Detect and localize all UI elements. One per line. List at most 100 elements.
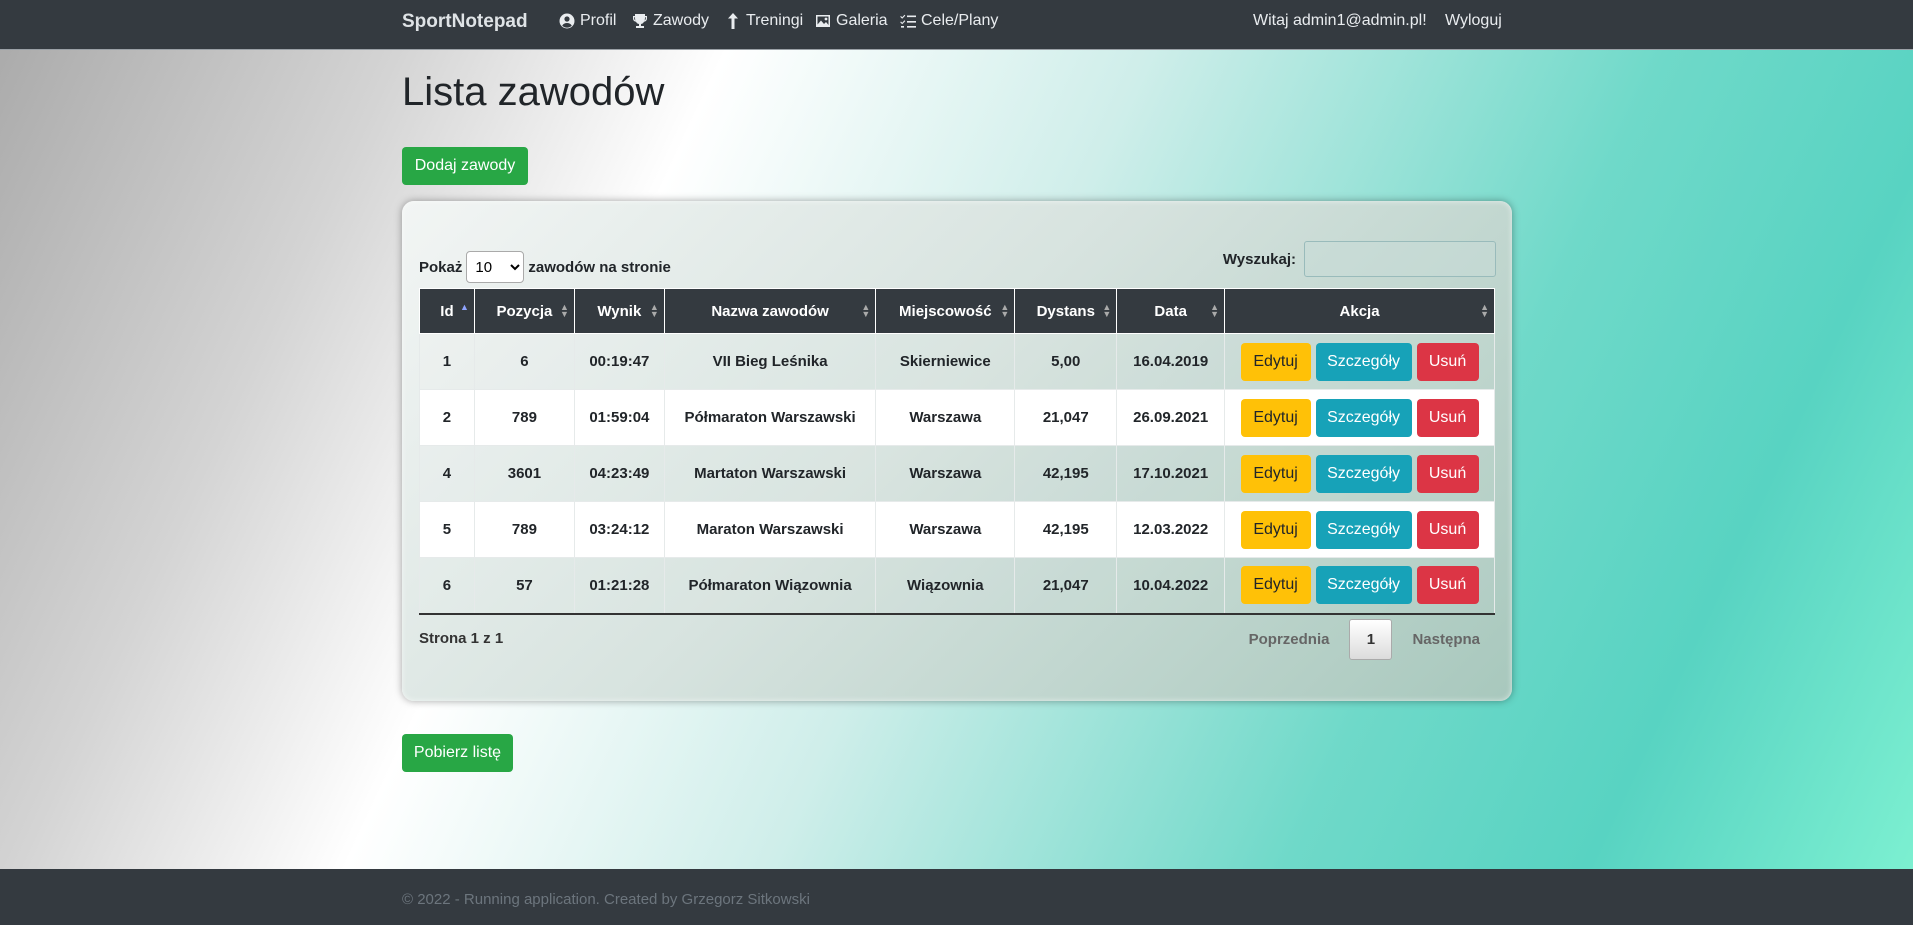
edit-button[interactable]: Edytuj [1240, 510, 1311, 549]
next-page-button[interactable]: Następna [1412, 631, 1480, 648]
cell-result: 01:59:04 [573, 389, 665, 446]
page-title: Lista zawodów [402, 70, 665, 114]
delete-button[interactable]: Usuń [1416, 398, 1479, 437]
sort-icon: ▲ ▼ [1210, 302, 1220, 319]
checklist-icon [900, 14, 916, 28]
pagination-info: Strona 1 z 1 [419, 630, 504, 647]
page-size-suffix: zawodów na stronie [528, 258, 671, 276]
cell-actions: Edytuj Szczegóły Usuń [1224, 445, 1495, 502]
cell-result: 00:19:47 [573, 333, 665, 390]
cell-distance: 42,195 [1014, 501, 1118, 558]
cell-id: 6 [419, 557, 475, 615]
details-button[interactable]: Szczegóły [1315, 510, 1412, 549]
delete-button[interactable]: Usuń [1416, 454, 1479, 493]
sort-icon: ▲ ▼ [1000, 302, 1010, 319]
user-greeting: Witaj admin1@admin.pl! [1253, 12, 1427, 29]
cell-city: Warszawa [875, 501, 1016, 558]
competitions-table: Id ▲ Pozycja ▲ ▼ Wynik ▲ ▼ Nazwa zawodów ▲ ▼ Mi… [419, 288, 1495, 615]
logout-link[interactable]: Wyloguj [1445, 12, 1502, 30]
edit-button[interactable]: Edytuj [1240, 454, 1311, 493]
cell-city: Skierniewice [875, 333, 1016, 390]
action-buttons: Edytuj Szczegóły Usuń [1225, 510, 1494, 549]
action-buttons: Edytuj Szczegóły Usuń [1225, 566, 1494, 605]
cell-actions: Edytuj Szczegóły Usuń [1224, 501, 1495, 558]
cell-date: 17.10.2021 [1116, 445, 1226, 502]
column-header-date[interactable]: Data ▲ ▼ [1116, 288, 1226, 334]
cell-name: Półmaraton Wiązownia [663, 557, 877, 615]
cell-position: 789 [473, 501, 575, 558]
cell-date: 16.04.2019 [1116, 333, 1226, 390]
cell-city: Warszawa [875, 445, 1016, 502]
cell-actions: Edytuj Szczegóły Usuń [1224, 389, 1495, 446]
nav-item-label: Zawody [653, 12, 710, 29]
column-header-city[interactable]: Miejscowość ▲ ▼ [875, 288, 1016, 334]
cell-id: 1 [419, 333, 475, 390]
cell-name: Martaton Warszawski [663, 445, 877, 502]
page-size-select[interactable]: 102550100 [466, 251, 525, 283]
nav-item-treningi[interactable]: Treningi [725, 12, 803, 30]
cell-actions: Edytuj Szczegóły Usuń [1224, 333, 1495, 390]
cell-date: 26.09.2021 [1116, 389, 1226, 446]
sort-icon: ▲ ▼ [649, 302, 659, 319]
delete-button[interactable]: Usuń [1416, 342, 1479, 381]
edit-button[interactable]: Edytuj [1240, 566, 1311, 605]
nav-item-label: Galeria [836, 12, 888, 29]
sort-icon: ▲ ▼ [1102, 302, 1112, 319]
column-header-distance[interactable]: Dystans ▲ ▼ [1014, 288, 1118, 334]
table-row: 1 6 00:19:47 VII Bieg Leśnika Skierniewice 5,… [419, 333, 1495, 390]
cell-date: 12.03.2022 [1116, 501, 1226, 558]
cell-position: 57 [473, 557, 575, 615]
table-row: 4 3601 04:23:49 Martaton Warszawski Warszawa… [419, 445, 1495, 502]
cell-distance: 42,195 [1014, 445, 1118, 502]
cell-name: Półmaraton Warszawski [663, 389, 877, 446]
table-row: 5 789 03:24:12 Maraton Warszawski Warszawa 42… [419, 501, 1495, 558]
search-control: Wyszukaj: [1223, 241, 1496, 277]
brand-link[interactable]: SportNotepad [402, 11, 528, 33]
previous-page-button[interactable]: Poprzednia [1249, 631, 1330, 648]
image-icon [816, 15, 830, 27]
footer: © 2022 - Running application. Created by… [0, 869, 1913, 925]
cell-distance: 5,00 [1014, 333, 1118, 390]
details-button[interactable]: Szczegóły [1315, 398, 1412, 437]
download-list-button[interactable]: Pobierz listę [402, 734, 513, 772]
details-button[interactable]: Szczegóły [1315, 342, 1412, 381]
table-row: 6 57 01:21:28 Półmaraton Wiązownia Wiązownia… [419, 557, 1495, 615]
nav-item-label: Cele/Plany [921, 12, 999, 29]
cell-name: Maraton Warszawski [663, 501, 877, 558]
column-header-action[interactable]: Akcja ▲ ▼ [1224, 288, 1495, 334]
delete-button[interactable]: Usuń [1416, 510, 1479, 549]
details-button[interactable]: Szczegóły [1315, 454, 1412, 493]
sort-icon: ▲ ▼ [861, 302, 871, 319]
action-buttons: Edytuj Szczegóły Usuń [1225, 454, 1494, 493]
add-competition-button[interactable]: Dodaj zawody [402, 147, 528, 185]
action-buttons: Edytuj Szczegóły Usuń [1225, 342, 1494, 381]
nav-item-galeria[interactable]: Galeria [815, 12, 888, 30]
column-header-id[interactable]: Id ▲ [419, 288, 475, 334]
cell-city: Warszawa [875, 389, 1016, 446]
cell-position: 6 [473, 333, 575, 390]
column-header-result[interactable]: Wynik ▲ ▼ [573, 288, 665, 334]
nav-item-zawody[interactable]: Zawody [632, 12, 709, 30]
trophy-icon [633, 14, 647, 28]
nav-item-label: Profil [580, 12, 617, 29]
page-number-button[interactable]: 1 [1349, 619, 1393, 660]
details-button[interactable]: Szczegóły [1315, 566, 1412, 605]
table-header-row: Id ▲ Pozycja ▲ ▼ Wynik ▲ ▼ Nazwa zawodów ▲ ▼ Mi… [419, 288, 1495, 334]
pagination: Poprzednia 1 Następna [1249, 619, 1496, 660]
cell-position: 3601 [473, 445, 575, 502]
cell-name: VII Bieg Leśnika [663, 333, 877, 390]
user-circle-icon [559, 13, 575, 29]
footer-copyright: © 2022 - Running application. Created by… [402, 891, 810, 908]
delete-button[interactable]: Usuń [1416, 566, 1479, 605]
search-input[interactable] [1304, 241, 1496, 277]
cell-date: 10.04.2022 [1116, 557, 1226, 615]
sort-asc-icon: ▲ [460, 302, 469, 312]
edit-button[interactable]: Edytuj [1240, 398, 1311, 437]
action-buttons: Edytuj Szczegóły Usuń [1225, 398, 1494, 437]
nav-item-cele-plany[interactable]: Cele/Plany [900, 12, 998, 30]
edit-button[interactable]: Edytuj [1240, 342, 1311, 381]
column-header-position[interactable]: Pozycja ▲ ▼ [473, 288, 575, 334]
nav-item-profil[interactable]: Profil [559, 12, 616, 30]
column-header-name[interactable]: Nazwa zawodów ▲ ▼ [663, 288, 877, 334]
cell-city: Wiązownia [875, 557, 1016, 615]
